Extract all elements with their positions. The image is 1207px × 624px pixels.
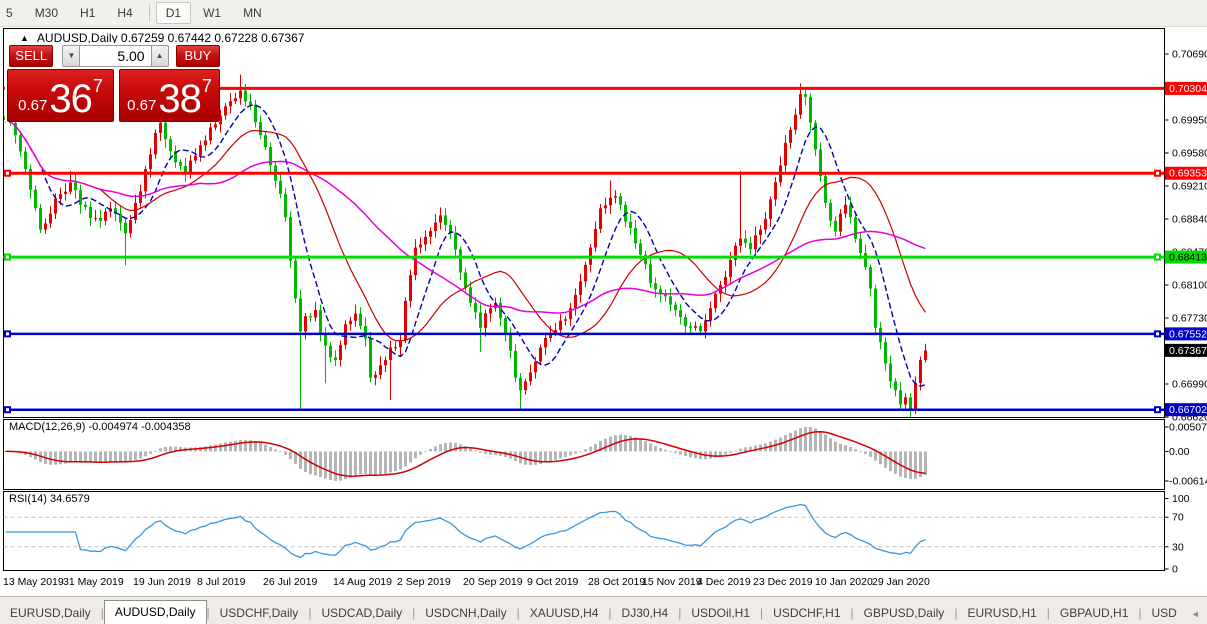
date-tick-label: 26 Jul 2019 <box>263 576 317 588</box>
collapse-panel-icon[interactable]: ▲ <box>20 33 29 43</box>
rsi-scale-label: 30 <box>1172 541 1184 553</box>
rsi-label: RSI(14) 34.6579 <box>9 493 90 505</box>
buy-price-big-digits: 38 <box>158 79 201 119</box>
rsi-scale-label: 70 <box>1172 512 1184 524</box>
date-tick-label: 9 Oct 2019 <box>527 576 579 588</box>
tab-gbpaud-h1[interactable]: GBPAUD,H1 <box>1050 602 1138 624</box>
macd-scale-label: -0.006149 <box>1169 476 1207 488</box>
chart-tab-bar: EURUSD,Daily|AUDUSD,Daily|USDCHF,Daily|U… <box>0 596 1207 624</box>
date-tick-label: 14 Aug 2019 <box>333 576 392 588</box>
buy-price-display[interactable]: 0.67387 <box>119 69 220 122</box>
price-tick-label: 0.69210 <box>1172 181 1207 193</box>
tab-scroll-left-icon[interactable]: ◄ <box>1187 605 1204 624</box>
price-line-marker-label: 0.66702 <box>1169 404 1207 416</box>
volume-input[interactable]: 5.00 <box>80 45 150 67</box>
tab-eurusd-daily[interactable]: EURUSD,Daily <box>0 602 101 624</box>
sell-price-big-digits: 36 <box>49 79 92 119</box>
macd-scale-label: 0.005076 <box>1169 422 1207 434</box>
tab-usd[interactable]: USD <box>1142 602 1187 624</box>
price-tick-label: 0.69580 <box>1172 148 1207 160</box>
price-axis: 0.706900.703200.699500.695800.692100.688… <box>1165 49 1207 576</box>
price-line-marker-label: 0.69353 <box>1169 168 1207 180</box>
date-tick-label: 19 Jun 2019 <box>133 576 191 588</box>
date-tick-label: 23 Dec 2019 <box>753 576 813 588</box>
one-click-trade-panel: SELL ▼ 5.00 ▲ BUY 0.67367 0.67387 <box>5 43 220 122</box>
price-tick-label: 0.67730 <box>1172 313 1207 325</box>
date-axis: 13 May 201931 May 2019 19 Jun 2019 8 Jul 2… <box>3 576 930 588</box>
price-line-marker-label: 0.68413 <box>1169 252 1207 264</box>
date-tick-label: 2 Sep 2019 <box>397 576 451 588</box>
tab-usdchf-h1[interactable]: USDCHF,H1 <box>763 602 850 624</box>
buy-button[interactable]: BUY <box>176 45 220 67</box>
macd-label: MACD(12,26,9) -0.004974 -0.004358 <box>9 421 191 433</box>
date-tick-label: 29 Jan 2020 <box>872 576 930 588</box>
price-line-marker-label: 0.70304 <box>1169 83 1207 95</box>
tab-usdcnh-daily[interactable]: USDCNH,Daily <box>415 602 516 624</box>
macd-scale-label: 0.00 <box>1169 446 1190 458</box>
price-tick-label: 0.70690 <box>1172 49 1207 61</box>
date-tick-label: 10 Jan 2020 <box>815 576 873 588</box>
current-price-label: 0.67367 <box>1169 345 1207 357</box>
trading-app-window: 5M30H1H4D1W1MN 0.706900.703200.699500.69… <box>0 0 1207 624</box>
price-line-marker-label: 0.67552 <box>1169 328 1207 340</box>
rsi-scale-label: 0 <box>1172 564 1178 576</box>
price-tick-label: 0.69950 <box>1172 115 1207 127</box>
sell-price-display[interactable]: 0.67367 <box>7 69 114 122</box>
sell-price-pip-digit: 7 <box>93 76 103 97</box>
buy-price-pip-digit: 7 <box>202 76 212 97</box>
rsi-scale-label: 100 <box>1172 493 1190 505</box>
date-tick-label: 8 Jul 2019 <box>197 576 246 588</box>
tab-usdoil-h1[interactable]: USDOil,H1 <box>681 602 760 624</box>
price-tick-label: 0.68100 <box>1172 280 1207 292</box>
sell-price-prefix: 0.67 <box>18 97 47 114</box>
volume-decrease-button[interactable]: ▼ <box>62 45 80 67</box>
price-tick-label: 0.66990 <box>1172 379 1207 391</box>
date-tick-label: 20 Sep 2019 <box>463 576 523 588</box>
tab-dj30-h4[interactable]: DJ30,H4 <box>612 602 679 624</box>
date-tick-label: 15 Nov 2019 <box>642 576 702 588</box>
date-tick-label: 28 Oct 2019 <box>588 576 645 588</box>
buy-price-prefix: 0.67 <box>127 97 156 114</box>
tab-audusd-daily[interactable]: AUDUSD,Daily <box>104 600 207 624</box>
tab-xauusd-h4[interactable]: XAUUSD,H4 <box>520 602 609 624</box>
date-tick-label: 31 May 2019 <box>63 576 124 588</box>
tab-usdchf-daily[interactable]: USDCHF,Daily <box>210 602 309 624</box>
tab-gbpusd-daily[interactable]: GBPUSD,Daily <box>854 602 955 624</box>
date-tick-label: 4 Dec 2019 <box>697 576 751 588</box>
tab-eurusd-h1[interactable]: EURUSD,H1 <box>957 602 1046 624</box>
price-tick-label: 0.68840 <box>1172 214 1207 226</box>
sell-button[interactable]: SELL <box>9 45 53 67</box>
tab-usdcad-daily[interactable]: USDCAD,Daily <box>311 602 412 624</box>
volume-increase-button[interactable]: ▲ <box>151 45 169 67</box>
date-tick-label: 13 May 2019 <box>3 576 64 588</box>
